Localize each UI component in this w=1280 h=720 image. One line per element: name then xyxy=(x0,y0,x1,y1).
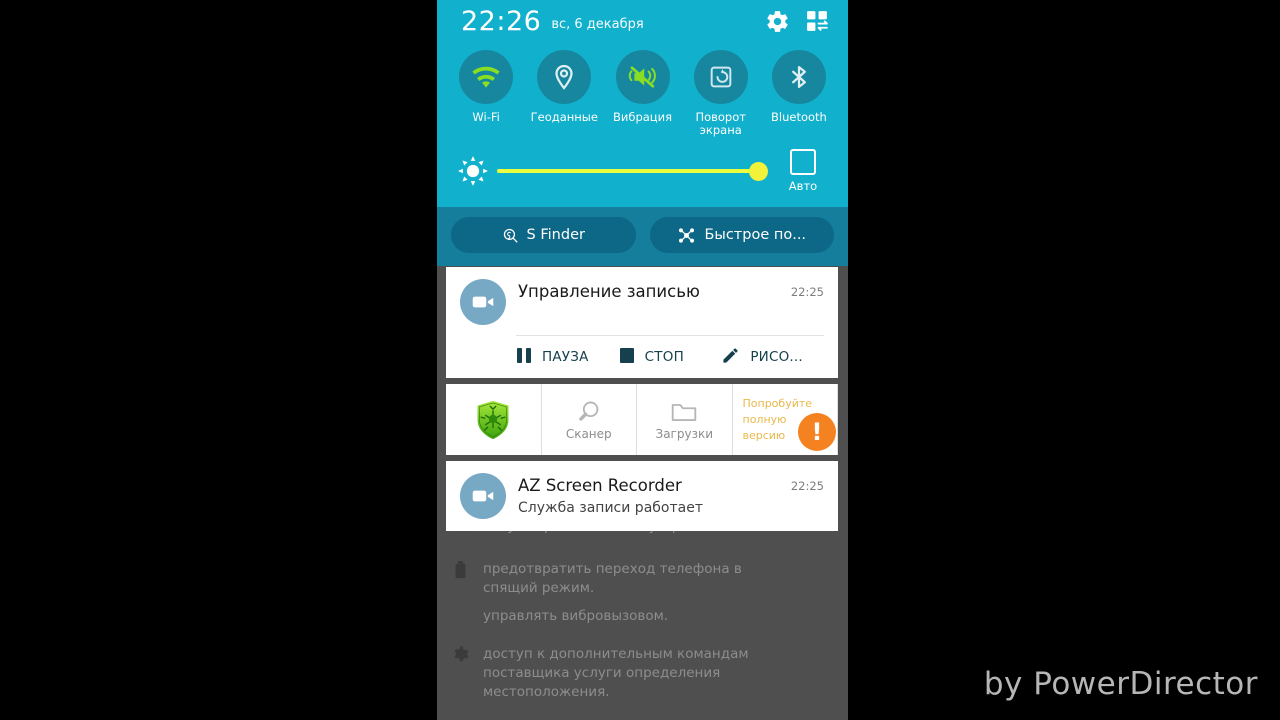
brightness-row: Авто xyxy=(437,139,848,207)
wifi-icon xyxy=(472,66,500,88)
quick-connect-label: Быстрое по... xyxy=(704,227,807,243)
permission-text-wakelock: предотвратить переход телефона в спящий … xyxy=(483,560,848,626)
toggle-location-circle[interactable] xyxy=(537,50,592,104)
brightness-slider-thumb[interactable] xyxy=(749,161,768,181)
brightness-sun-icon xyxy=(453,155,493,187)
screen-rotation-icon xyxy=(710,66,732,88)
notification-recording-control[interactable]: Управление записью 22:25 ПАУЗА СТОП РИСО… xyxy=(446,267,838,378)
quick-settings-panel: 22:26 вс, 6 декабря Wi-Fi Геоданные Вибр… xyxy=(437,0,848,266)
toggle-location[interactable]: Геоданные xyxy=(525,50,603,137)
battery-icon xyxy=(437,560,483,583)
toggle-vibration[interactable]: Вибрация xyxy=(603,50,681,137)
gear-icon xyxy=(437,645,483,667)
notification-action-stop[interactable]: СТОП xyxy=(619,336,722,378)
toggle-vibration-label: Вибрация xyxy=(612,110,673,124)
toggle-wifi[interactable]: Wi-Fi xyxy=(447,50,525,137)
drweb-scanner-cell[interactable]: Сканер xyxy=(542,384,637,455)
notification-time: 22:25 xyxy=(790,285,824,299)
video-frame: запуск при включении устройства предотвр… xyxy=(0,0,1280,720)
drweb-shield-cell[interactable] xyxy=(446,384,542,455)
permission-text-loc-l3: местоположения. xyxy=(483,684,610,700)
permission-text-loc-l2: поставщика услуги определения xyxy=(483,665,721,681)
drweb-promo-l1: Попробуйте xyxy=(742,396,813,410)
notification-title: AZ Screen Recorder xyxy=(518,476,682,495)
permission-row-location-commands: доступ к дополнительным командам поставщ… xyxy=(437,645,848,702)
notification-action-pause[interactable]: ПАУЗА xyxy=(516,336,619,378)
toggle-rotation-label-l2: экрана xyxy=(699,123,742,137)
notification-actions: ПАУЗА СТОП РИСО... xyxy=(516,335,824,378)
toggle-bluetooth[interactable]: Bluetooth xyxy=(760,50,838,137)
brightness-slider-track xyxy=(497,169,758,173)
gear-icon[interactable] xyxy=(760,4,794,38)
toggle-screen-rotation-label: Поворот экрана xyxy=(695,111,746,137)
notification-action-draw[interactable]: РИСО... xyxy=(721,336,824,378)
brightness-slider[interactable] xyxy=(497,161,768,181)
permission-text-wakelock-l3: управлять вибровызовом. xyxy=(483,608,669,624)
notification-time: 22:25 xyxy=(790,479,824,493)
toggle-bluetooth-circle[interactable] xyxy=(771,50,826,104)
toggle-rotation-label-l1: Поворот xyxy=(695,110,746,124)
permission-text-wakelock-l2: спящий режим. xyxy=(483,580,595,596)
notification-header: AZ Screen Recorder Служба записи работае… xyxy=(446,461,838,531)
s-finder-button[interactable]: S Finder xyxy=(451,217,636,253)
auto-brightness-toggle[interactable]: Авто xyxy=(774,149,832,193)
notification-body: AZ Screen Recorder Служба записи работае… xyxy=(518,473,783,518)
notification-action-draw-label: РИСО... xyxy=(750,349,803,365)
stop-icon xyxy=(619,347,635,368)
notification-az-screen-recorder[interactable]: AZ Screen Recorder Служба записи работае… xyxy=(446,461,838,531)
s-finder-icon xyxy=(503,228,518,243)
drweb-downloads-cell[interactable]: Загрузки xyxy=(637,384,733,455)
s-finder-label: S Finder xyxy=(526,227,585,243)
toggle-vibration-circle[interactable] xyxy=(615,50,670,104)
status-date: вс, 6 декабря xyxy=(551,17,644,32)
powerdirector-watermark: by PowerDirector xyxy=(983,666,1258,702)
quick-connect-icon xyxy=(679,227,695,243)
pencil-icon xyxy=(721,346,740,369)
notification-shade: Управление записью 22:25 ПАУЗА СТОП РИСО… xyxy=(446,267,838,537)
video-camera-icon xyxy=(460,473,506,519)
drweb-downloads-label: Загрузки xyxy=(655,426,714,441)
pause-icon xyxy=(516,347,532,368)
video-camera-icon xyxy=(460,279,506,325)
toggle-wifi-label: Wi-Fi xyxy=(472,110,500,124)
drweb-promo-l3: версию xyxy=(742,428,786,442)
auto-brightness-label: Авто xyxy=(788,179,818,193)
notification-subtitle: Служба записи работает xyxy=(518,500,703,516)
shortcuts-row: S Finder Быстрое по... xyxy=(437,207,848,266)
grid-edit-icon[interactable] xyxy=(800,4,834,38)
status-bar: 22:26 вс, 6 декабря xyxy=(437,0,848,42)
quick-toggles-row: Wi-Fi Геоданные Вибрация Поворот экрана … xyxy=(437,42,848,139)
drweb-alert-badge[interactable]: ! xyxy=(798,413,836,451)
auto-brightness-checkbox[interactable] xyxy=(790,149,816,175)
phone-screen: запуск при включении устройства предотвр… xyxy=(437,0,848,720)
notification-action-stop-label: СТОП xyxy=(644,349,684,365)
notification-action-pause-label: ПАУЗА xyxy=(542,349,589,365)
folder-icon xyxy=(672,403,697,421)
drweb-promo-l2: полную xyxy=(742,412,787,426)
status-clock: 22:26 xyxy=(461,5,542,37)
permission-row-wakelock: предотвратить переход телефона в спящий … xyxy=(437,560,848,626)
drweb-scanner-label: Сканер xyxy=(565,426,612,441)
notification-body: Управление записью xyxy=(518,279,783,303)
toggle-screen-rotation-circle[interactable] xyxy=(693,50,748,104)
toggle-wifi-circle[interactable] xyxy=(459,50,514,104)
quick-connect-button[interactable]: Быстрое по... xyxy=(649,217,834,253)
notification-title: Управление записью xyxy=(518,282,700,301)
permission-text-wakelock-l1: предотвратить переход телефона в xyxy=(483,561,742,577)
notification-drweb[interactable]: Сканер Загрузки Попробуйте полную версию… xyxy=(446,384,838,455)
toggle-screen-rotation[interactable]: Поворот экрана xyxy=(682,50,760,137)
toggle-location-label: Геоданные xyxy=(530,110,598,124)
bluetooth-icon xyxy=(791,65,806,89)
vibrate-mute-icon xyxy=(628,66,656,88)
magnifier-icon xyxy=(579,401,599,421)
notification-header: Управление записью 22:25 xyxy=(446,267,838,325)
drweb-shield-icon xyxy=(477,400,509,439)
permission-text-loc-l1: доступ к дополнительным командам xyxy=(483,646,749,662)
toggle-bluetooth-label: Bluetooth xyxy=(771,110,827,124)
location-pin-icon xyxy=(555,64,573,90)
permission-text-location-commands: доступ к дополнительным командам поставщ… xyxy=(483,645,848,702)
